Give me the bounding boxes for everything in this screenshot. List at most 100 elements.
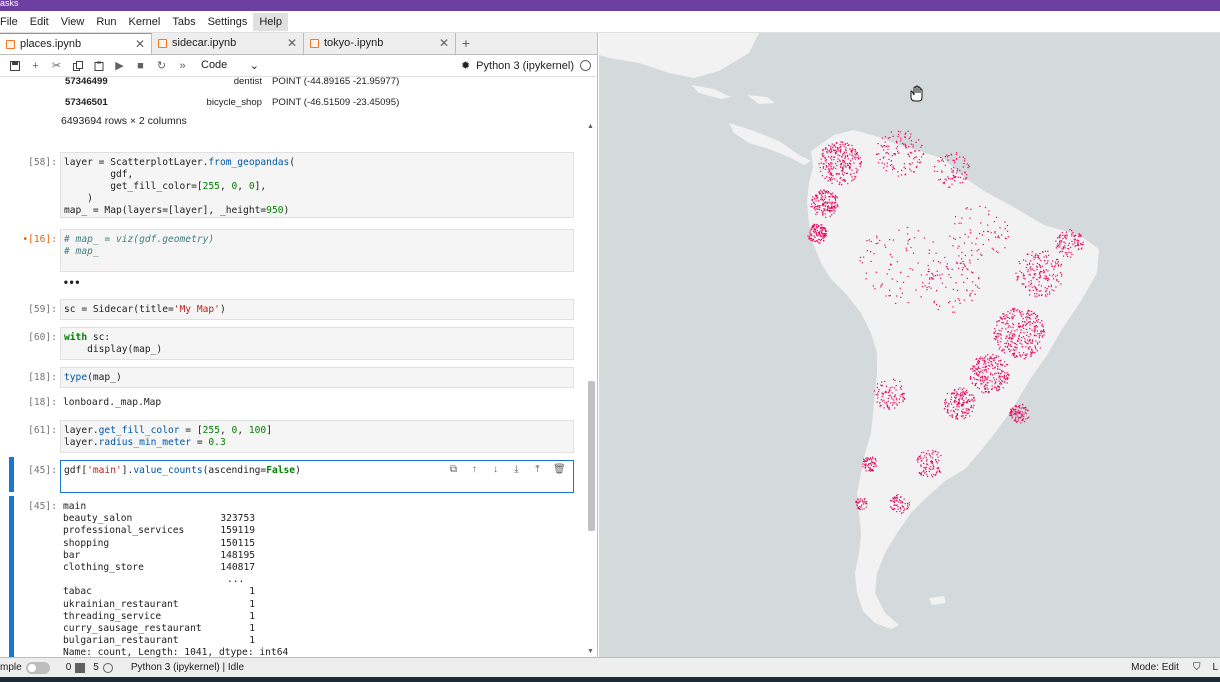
menu-kernel[interactable]: Kernel: [123, 13, 167, 31]
map-point: [997, 355, 999, 357]
move-down-icon[interactable]: ↓: [490, 464, 501, 475]
map-point: [991, 388, 993, 390]
map-point: [1074, 238, 1076, 240]
map-point: [1022, 403, 1024, 406]
close-icon[interactable]: ✕: [287, 36, 297, 50]
map-point: [838, 147, 840, 149]
duplicate-icon[interactable]: ⧉: [448, 464, 459, 475]
kernel-count[interactable]: 5: [93, 662, 113, 673]
map-point: [985, 378, 987, 380]
map-point: [929, 454, 931, 456]
map-point: [1036, 296, 1038, 298]
simple-mode-toggle[interactable]: [25, 661, 50, 674]
add-tab-icon[interactable]: +: [456, 33, 476, 54]
series-row-count: 1: [249, 623, 255, 635]
code-cell-58[interactable]: layer = ScatterplotLayer.from_geopandas(…: [60, 152, 574, 218]
cut-icon[interactable]: ✂: [46, 56, 67, 76]
kernel-status-icon: [580, 60, 591, 71]
map-point: [882, 392, 884, 395]
cell-type-select[interactable]: Code ⌄: [201, 59, 259, 72]
code-cell-60[interactable]: with sc: display(map_): [60, 327, 574, 360]
map-point: [1006, 316, 1008, 318]
map-point: [1028, 336, 1030, 338]
map-point: [997, 366, 999, 368]
map-point: [905, 247, 907, 249]
output-selection-bar[interactable]: [9, 496, 14, 657]
map-point: [966, 409, 968, 412]
save-icon[interactable]: [4, 56, 25, 76]
map-point: [990, 360, 992, 363]
map-point: [1039, 271, 1041, 274]
stop-icon[interactable]: ■: [130, 56, 151, 76]
map-point: [820, 209, 823, 212]
map-point: [1028, 281, 1030, 283]
bug-icon[interactable]: ✹: [461, 59, 470, 72]
map-point: [847, 158, 849, 160]
menu-view[interactable]: View: [55, 13, 91, 31]
map-point: [974, 399, 976, 401]
add-icon[interactable]: +: [25, 56, 46, 76]
insert-above-icon[interactable]: ⤒: [532, 464, 543, 475]
copy-icon[interactable]: [67, 56, 88, 76]
insert-below-icon[interactable]: ⤓: [511, 464, 522, 475]
map-canvas[interactable]: [599, 33, 1220, 657]
scroll-up-icon[interactable]: ▲: [587, 123, 594, 130]
collapsed-output-ellipsis[interactable]: •••: [63, 278, 80, 290]
fast-forward-icon[interactable]: »: [172, 56, 193, 76]
tab-places[interactable]: places.ipynb ✕: [0, 33, 152, 54]
map-point: [978, 357, 981, 359]
code-cell-59[interactable]: sc = Sidecar(title='My Map'): [60, 299, 574, 320]
map-point: [901, 142, 904, 144]
tab-sidecar[interactable]: sidecar.ipynb ✕: [152, 33, 304, 54]
map-point: [816, 211, 818, 214]
tab-tokyo[interactable]: tokyo-.ipynb ✕: [304, 33, 456, 54]
map-point: [987, 391, 989, 393]
map-point: [962, 401, 964, 404]
map-point: [1004, 247, 1006, 249]
paste-icon[interactable]: [88, 56, 109, 76]
close-icon[interactable]: ✕: [135, 37, 145, 51]
map-point: [978, 360, 981, 363]
map-point: [908, 155, 911, 157]
menu-run[interactable]: Run: [90, 13, 122, 31]
kernel-indicator[interactable]: ✹ Python 3 (ipykernel): [461, 59, 597, 72]
map-point: [977, 379, 979, 381]
menu-edit[interactable]: Edit: [24, 13, 55, 31]
map-point: [1013, 333, 1015, 335]
code-cell-61[interactable]: layer.get_fill_color = [255, 0, 100] lay…: [60, 420, 574, 453]
terminal-count[interactable]: 0: [66, 662, 86, 673]
menu-tabs[interactable]: Tabs: [166, 13, 201, 31]
map-point: [1066, 235, 1068, 237]
kernel-status[interactable]: Python 3 (ipykernel) | Idle: [131, 662, 244, 673]
scroll-down-icon[interactable]: ▼: [587, 648, 594, 655]
map-point: [1038, 273, 1041, 275]
map-point: [1011, 407, 1014, 409]
map-point: [917, 230, 919, 232]
map-point: [1073, 238, 1075, 240]
menu-settings[interactable]: Settings: [202, 13, 254, 31]
shield-icon[interactable]: ⛉: [1193, 662, 1201, 673]
menu-file[interactable]: File: [0, 13, 24, 31]
map-point: [987, 377, 989, 379]
notebook-icon: [310, 38, 319, 48]
code-cell-18[interactable]: type(map_): [60, 367, 574, 388]
delete-icon[interactable]: 🗑: [553, 464, 566, 475]
map-point: [987, 368, 989, 370]
notebook-scrollbar[interactable]: ▲ ▼: [587, 123, 595, 657]
map-point: [955, 416, 957, 418]
map-view[interactable]: [599, 33, 1220, 657]
close-icon[interactable]: ✕: [439, 36, 449, 50]
restart-icon[interactable]: ↻: [151, 56, 172, 76]
map-point: [821, 211, 824, 213]
map-point: [1004, 221, 1006, 223]
move-up-icon[interactable]: ↑: [469, 464, 480, 475]
map-point: [987, 388, 989, 390]
map-point: [1055, 286, 1057, 288]
menu-help[interactable]: Help: [253, 12, 288, 31]
code-cell-16[interactable]: # map_ = viz(gdf.geometry) # map_: [60, 229, 574, 272]
map-point: [903, 163, 905, 165]
run-icon[interactable]: ▶: [109, 56, 130, 76]
map-point: [824, 213, 826, 215]
scrollbar-thumb[interactable]: [588, 381, 595, 531]
map-point: [1012, 316, 1014, 318]
